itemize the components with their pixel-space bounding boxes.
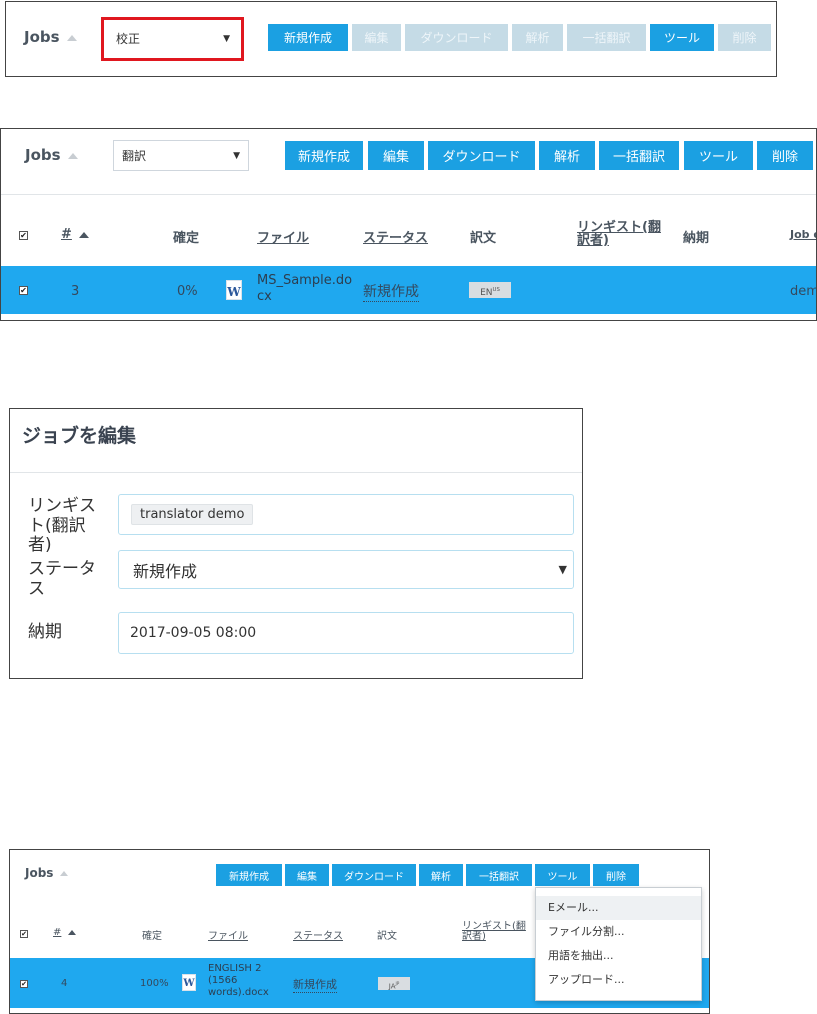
analyze-button[interactable]: 解析 (512, 24, 563, 51)
due-date-input[interactable]: 2017-09-05 08:00 (118, 612, 574, 654)
new-job-button[interactable]: 新規作成 (268, 24, 348, 51)
edit-job-dialog: ジョブを編集 リンギスト(翻訳者) translator demo ステータス … (9, 408, 583, 679)
row-status[interactable]: 新規作成 (293, 976, 337, 993)
row-job-owner: dem (790, 284, 817, 299)
download-button[interactable]: ダウンロード (428, 141, 535, 170)
delete-button[interactable]: 削除 (718, 24, 771, 51)
jobs-toolbar-panel-1: Jobs 校正 ▼ 新規作成 編集 ダウンロード 解析 一括翻訳 ツール 削除 (5, 1, 777, 77)
edit-button[interactable]: 編集 (368, 141, 424, 170)
row-confirmed: 100% (140, 978, 169, 989)
batch-translate-button[interactable]: 一括翻訳 (599, 141, 679, 170)
column-header-due: 納期 (683, 231, 710, 246)
download-button[interactable]: ダウンロード (405, 24, 508, 51)
target-language-badge: ENUS (469, 282, 511, 298)
analyze-button[interactable]: 解析 (419, 864, 463, 886)
column-header-file[interactable]: ファイル (257, 227, 309, 246)
new-job-button[interactable]: 新規作成 (216, 864, 282, 886)
status-label: ステータス (28, 559, 96, 599)
sort-up-icon (78, 231, 89, 238)
batch-translate-button[interactable]: 一括翻訳 (466, 864, 532, 886)
dialog-title: ジョブを編集 (22, 425, 137, 447)
status-value: 新規作成 (133, 561, 198, 581)
status-select[interactable]: 新規作成 ▼ (118, 550, 574, 589)
workflow-step-select[interactable]: 校正 ▼ (108, 23, 238, 54)
due-label: 納期 (28, 622, 62, 642)
row-checkbox[interactable]: ✔ (20, 980, 28, 988)
workflow-step-select[interactable]: 翻訳 ▼ (113, 140, 249, 171)
download-button[interactable]: ダウンロード (332, 864, 416, 886)
divider (1, 194, 816, 195)
select-value: 翻訳 (122, 149, 147, 163)
select-value: 校正 (116, 32, 141, 46)
jobs-table-panel-4: Jobs 新規作成 編集 ダウンロード 解析 一括翻訳 ツール 削除 ✔ # 確… (9, 849, 710, 1014)
column-header-num[interactable]: # (61, 227, 89, 242)
analyze-button[interactable]: 解析 (539, 141, 595, 170)
column-header-file[interactable]: ファイル (208, 927, 248, 942)
row-file-name[interactable]: ENGLISH 2 (1566 words).docx (208, 963, 276, 999)
column-header-target: 訳文 (470, 231, 497, 246)
column-header-confirmed: 確定 (142, 931, 162, 942)
column-header-num[interactable]: # (53, 927, 77, 938)
linguist-chip[interactable]: translator demo (131, 504, 254, 525)
delete-button[interactable]: 削除 (593, 864, 639, 886)
row-num: 4 (61, 978, 68, 989)
column-header-confirmed: 確定 (173, 231, 200, 246)
tools-button[interactable]: ツール (535, 864, 590, 886)
delete-button[interactable]: 削除 (757, 141, 813, 170)
sort-up-icon (60, 871, 69, 876)
menu-item-split-file[interactable]: ファイル分割... (536, 920, 701, 944)
menu-item-extract-terms[interactable]: 用語を抽出... (536, 944, 701, 968)
batch-translate-button[interactable]: 一括翻訳 (567, 24, 646, 51)
edit-button[interactable]: 編集 (285, 864, 329, 886)
tools-button[interactable]: ツール (650, 24, 714, 51)
row-status[interactable]: 新規作成 (363, 281, 419, 302)
jobs-title: Jobs (24, 28, 77, 46)
new-job-button[interactable]: 新規作成 (285, 141, 363, 170)
word-file-icon: W (226, 280, 242, 300)
linguist-label: リンギスト(翻訳者) (28, 496, 96, 556)
column-header-job[interactable]: Job o (790, 228, 816, 241)
sort-up-icon (67, 152, 78, 159)
target-language-badge: JAJP (378, 977, 410, 990)
column-header-target: 訳文 (377, 931, 397, 942)
jobs-title: Jobs (25, 146, 78, 164)
select-all-checkbox[interactable]: ✔ (19, 231, 28, 240)
jobs-table-panel-2: Jobs 翻訳 ▼ 新規作成 編集 ダウンロード 解析 一括翻訳 ツール 削除 … (0, 128, 817, 321)
column-header-linguist[interactable]: リンギスト(翻訳者) (577, 221, 669, 247)
sort-up-icon (66, 34, 77, 41)
column-header-status[interactable]: ステータス (293, 927, 343, 942)
word-file-icon: W (182, 974, 196, 991)
menu-item-upload[interactable]: アップロード... (536, 968, 701, 992)
edit-button[interactable]: 編集 (352, 24, 401, 51)
column-header-status[interactable]: ステータス (363, 227, 428, 246)
due-date-value: 2017-09-05 08:00 (130, 625, 257, 641)
table-row[interactable]: ✔ 3 0% W MS_Sample.docx 新規作成 ENUS dem (1, 266, 817, 314)
jobs-title: Jobs (25, 866, 69, 880)
chevron-down-icon: ▼ (223, 33, 230, 44)
row-file-name[interactable]: MS_Sample.docx (257, 273, 353, 305)
tools-button[interactable]: ツール (684, 141, 753, 170)
row-confirmed: 0% (177, 284, 198, 299)
sort-up-icon (68, 929, 77, 935)
chevron-down-icon: ▼ (233, 150, 240, 161)
row-checkbox[interactable]: ✔ (19, 286, 28, 295)
select-all-checkbox[interactable]: ✔ (20, 930, 28, 938)
dialog-divider (10, 472, 582, 473)
tools-dropdown-menu: Eメール... ファイル分割... 用語を抽出... アップロード... (535, 887, 702, 1001)
row-num: 3 (71, 284, 80, 299)
chevron-down-icon: ▼ (558, 563, 567, 576)
column-header-linguist[interactable]: リンギスト(翻訳者) (462, 922, 534, 942)
linguist-field[interactable]: translator demo (118, 494, 574, 535)
menu-item-email[interactable]: Eメール... (536, 896, 701, 920)
